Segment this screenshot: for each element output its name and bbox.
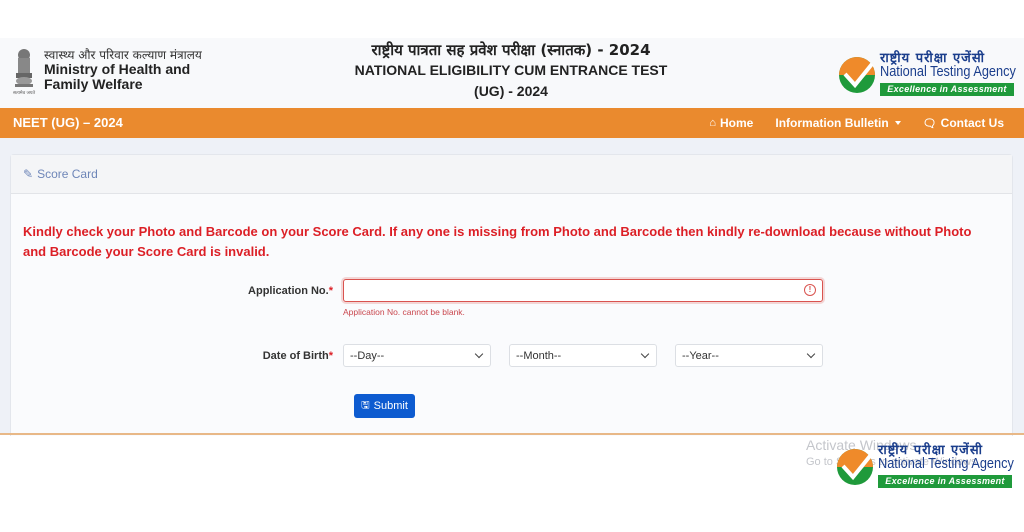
submit-button[interactable]: 🖫 Submit [354, 394, 415, 418]
nta-logo-overlay: राष्ट्रीय परीक्षा एजेंसी National Testin… [836, 440, 1016, 492]
chevron-down-icon [640, 349, 650, 359]
nav-item-label: Contact Us [940, 116, 1004, 130]
ministry-name-line1: Ministry of Health and [44, 61, 191, 77]
exam-title-hindi: राष्ट्रीय पात्रता सह प्रवेश परीक्षा (स्न… [371, 41, 651, 59]
error-icon: ! [804, 284, 816, 296]
nta-logo: राष्ट्रीय परीक्षा एजेंसी National Testin… [838, 48, 1018, 100]
home-icon: ⌂ [709, 117, 717, 129]
ministry-name-hindi: स्वास्थ्य और परिवार कल्याण मंत्रालय [44, 48, 202, 62]
svg-text:सत्यमेव जयते: सत्यमेव जयते [13, 89, 36, 96]
nta-tagline: Excellence in Assessment [880, 83, 1014, 96]
nav-item-contact-us[interactable]: 🗨 Contact Us [923, 116, 1004, 130]
nta-logo-icon [837, 449, 873, 485]
nav-item-label: Home [720, 116, 754, 130]
card-title: Score Card [37, 167, 98, 181]
edit-icon: ✎ [23, 167, 34, 181]
card-header: ✎ Score Card [11, 155, 1012, 194]
national-emblem-icon: सत्यमेव जयते [8, 46, 40, 98]
date-of-birth-row: Date of Birth* --Day-- --Month-- --Year-… [11, 344, 841, 367]
content-area: ✎ Score Card Kindly check your Photo and… [0, 138, 1024, 436]
ministry-logo: सत्यमेव जयते स्वास्थ्य और परिवार कल्याण … [8, 46, 202, 98]
application-number-input[interactable] [343, 279, 823, 302]
ministry-name-line2: Family Welfare [44, 76, 143, 92]
exam-title-line1: NATIONAL ELIGIBILITY CUM ENTRANCE TEST [354, 62, 668, 78]
exam-title: राष्ट्रीय पात्रता सह प्रवेश परीक्षा (स्न… [340, 40, 682, 102]
nta-tagline: Excellence in Assessment [878, 475, 1012, 488]
top-blank-area [0, 0, 1024, 38]
application-number-row: Application No.* ! Application No. canno… [11, 279, 823, 317]
navbar-brand[interactable]: NEET (UG) – 2024 [13, 115, 123, 130]
main-navbar: NEET (UG) – 2024 ⌂ Home Information Bull… [0, 108, 1024, 138]
chevron-down-icon [806, 349, 816, 359]
page: सत्यमेव जयते स्वास्थ्य और परिवार कल्याण … [0, 0, 1024, 532]
photo-barcode-notice: Kindly check your Photo and Barcode on y… [23, 224, 972, 259]
month-select[interactable]: --Month-- [509, 344, 657, 367]
nav-item-home[interactable]: ⌂ Home [709, 116, 753, 130]
site-header: सत्यमेव जयते स्वास्थ्य और परिवार कल्याण … [0, 38, 1024, 108]
application-number-error: Application No. cannot be blank. [343, 307, 465, 317]
save-icon: 🖫 [361, 399, 370, 411]
footer-divider [0, 433, 1024, 435]
nav-item-label: Information Bulletin [775, 116, 889, 130]
exam-title-line2: (UG) - 2024 [474, 83, 548, 99]
application-number-label: Application No.* [248, 285, 333, 297]
day-select[interactable]: --Day-- [343, 344, 491, 367]
caret-down-icon [894, 121, 901, 125]
nta-name-english: National Testing Agency [880, 63, 1016, 80]
nav-item-information-bulletin[interactable]: Information Bulletin [775, 116, 901, 130]
date-of-birth-label: Date of Birth* [262, 350, 333, 362]
nta-name-english: National Testing Agency [878, 455, 1014, 472]
score-card-panel: ✎ Score Card Kindly check your Photo and… [10, 154, 1013, 436]
chat-icon: 🗨 [922, 117, 937, 130]
nta-logo-icon [839, 57, 875, 93]
year-select[interactable]: --Year-- [675, 344, 823, 367]
chevron-down-icon [474, 349, 484, 359]
